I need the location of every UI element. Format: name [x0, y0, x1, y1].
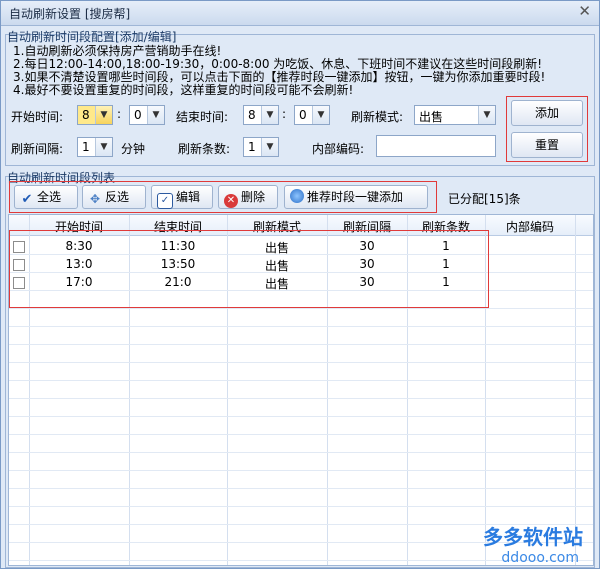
- title-bar: 自动刷新设置 [搜房帮] ✕: [1, 1, 599, 26]
- config-group-title: 自动刷新时间段配置[添加/编辑]: [7, 30, 177, 44]
- time-colon: :: [282, 107, 287, 121]
- edit-label: 编辑: [176, 190, 201, 204]
- row-divider: [9, 488, 593, 489]
- code-input[interactable]: [376, 135, 496, 157]
- select-all-button[interactable]: ✔ 全选: [14, 185, 78, 209]
- select-all-label: 全选: [37, 190, 62, 204]
- edit-icon: ✓: [157, 193, 173, 209]
- mode-select[interactable]: 出售 ▼: [414, 105, 496, 125]
- delete-icon: ✕: [224, 194, 238, 208]
- note-1: 1.自动刷新必须保持房产营销助手在线!: [13, 44, 222, 58]
- chevron-down-icon[interactable]: ▼: [95, 138, 112, 156]
- row-divider: [9, 452, 593, 453]
- row-divider: [9, 506, 593, 507]
- allocated-count: 已分配[15]条: [448, 192, 521, 206]
- mode-label: 刷新模式:: [351, 110, 404, 124]
- mode-value: 出售: [419, 110, 444, 124]
- column-divider: [575, 215, 576, 565]
- column-header-code[interactable]: 内部编码: [485, 218, 575, 235]
- settings-window: 自动刷新设置 [搜房帮] ✕ 自动刷新时间段配置[添加/编辑] 1.自动刷新必须…: [0, 0, 600, 569]
- row-divider: [9, 326, 593, 327]
- recommend-button[interactable]: 推荐时段一键添加: [284, 185, 428, 209]
- invert-label: 反选: [105, 190, 130, 204]
- watermark-text: 多多软件站: [483, 525, 583, 549]
- window-title: 自动刷新设置 [搜房帮]: [9, 7, 131, 21]
- count-value: 1: [248, 140, 256, 154]
- delete-label: 删除: [241, 190, 266, 204]
- checkmark-icon: ✔: [21, 192, 33, 207]
- time-colon: :: [117, 107, 122, 121]
- row-divider: [9, 416, 593, 417]
- reset-button[interactable]: 重置: [511, 132, 583, 158]
- row-divider: [9, 380, 593, 381]
- note-2: 2.每日12:00-14:00,18:00-19:30，0:00-8:00 为吃…: [13, 57, 543, 71]
- chevron-down-icon[interactable]: ▼: [261, 106, 278, 124]
- recommend-label: 推荐时段一键添加: [307, 190, 404, 204]
- edit-button[interactable]: ✓ 编辑: [151, 185, 213, 209]
- start-minute-value: 0: [134, 108, 142, 122]
- end-hour-select[interactable]: 8 ▼: [243, 105, 279, 125]
- row-divider: [9, 434, 593, 435]
- interval-value: 1: [82, 140, 90, 154]
- watermark-url: ddooo.com: [501, 550, 579, 566]
- row-divider: [9, 344, 593, 345]
- interval-unit: 分钟: [121, 142, 146, 156]
- row-divider: [9, 470, 593, 471]
- chevron-down-icon[interactable]: ▼: [95, 106, 112, 124]
- invert-button[interactable]: ✥ 反选: [82, 185, 146, 209]
- highlight-box: [9, 230, 489, 308]
- start-hour-value: 8: [82, 108, 90, 122]
- count-select[interactable]: 1 ▼: [243, 137, 279, 157]
- interval-select[interactable]: 1 ▼: [77, 137, 113, 157]
- chevron-down-icon[interactable]: ▼: [478, 106, 495, 124]
- row-divider: [9, 398, 593, 399]
- start-hour-select[interactable]: 8 ▼: [77, 105, 113, 125]
- code-label: 内部编码:: [312, 142, 365, 156]
- note-3: 3.如果不清楚设置哪些时间段，可以点击下面的【推荐时段一键添加】按钮，一键为你添…: [13, 70, 546, 84]
- chevron-down-icon[interactable]: ▼: [261, 138, 278, 156]
- start-time-label: 开始时间:: [11, 110, 64, 124]
- globe-icon: [290, 189, 304, 203]
- interval-label: 刷新间隔:: [11, 142, 64, 156]
- chevron-down-icon[interactable]: ▼: [147, 106, 164, 124]
- invert-icon: ✥: [89, 192, 101, 206]
- row-divider: [9, 308, 593, 309]
- count-label: 刷新条数:: [178, 142, 231, 156]
- start-minute-select[interactable]: 0 ▼: [129, 105, 165, 125]
- chevron-down-icon[interactable]: ▼: [312, 106, 329, 124]
- end-hour-value: 8: [248, 108, 256, 122]
- row-divider: [9, 362, 593, 363]
- delete-button[interactable]: ✕ 删除: [218, 185, 278, 209]
- end-minute-select[interactable]: 0 ▼: [294, 105, 330, 125]
- end-minute-value: 0: [299, 108, 307, 122]
- add-button[interactable]: 添加: [511, 100, 583, 126]
- note-4: 4.最好不要设置重复的时间段，这样重复的时间段可能不会刷新!: [13, 83, 354, 97]
- end-time-label: 结束时间:: [176, 110, 229, 124]
- close-icon[interactable]: ✕: [578, 2, 591, 20]
